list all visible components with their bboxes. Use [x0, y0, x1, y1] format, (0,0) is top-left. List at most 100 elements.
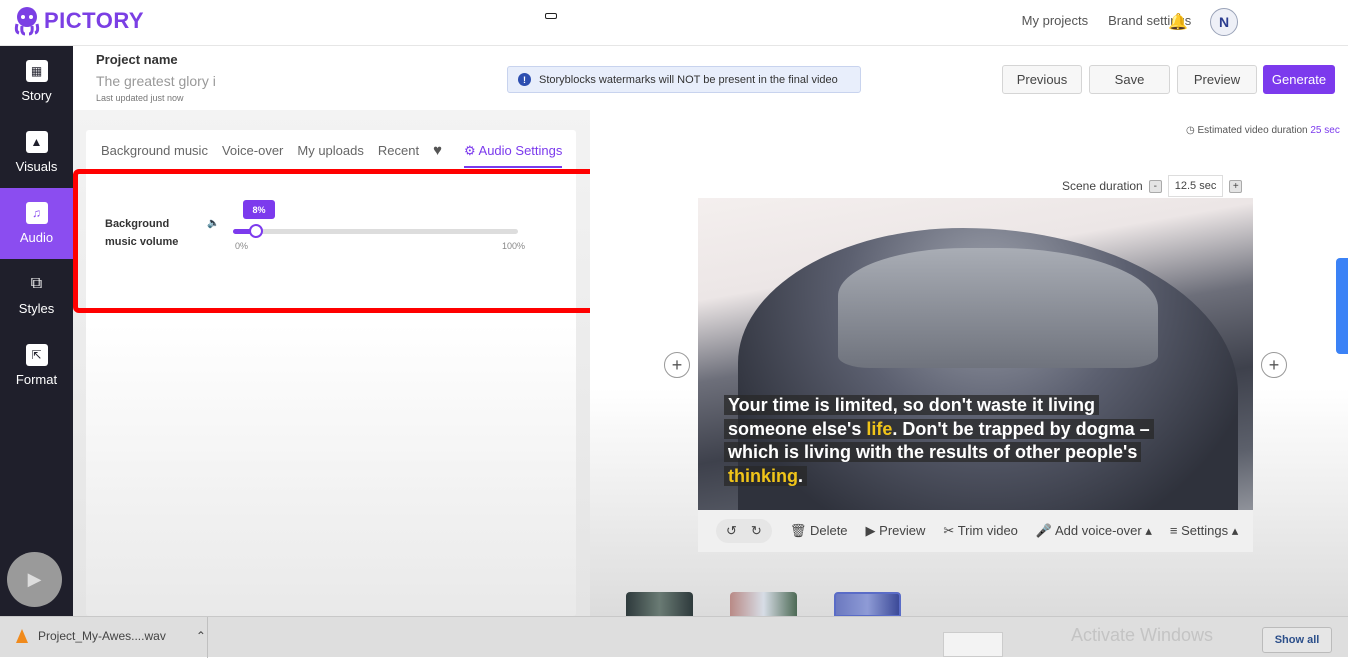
last-updated: Last updated just now: [96, 93, 184, 103]
scene-preview-button[interactable]: ▶ Preview: [866, 523, 926, 539]
voiceover-label: Add voice-over: [1055, 523, 1142, 538]
sidebar-item-label: Audio: [19, 230, 54, 245]
show-all-button[interactable]: Show all: [1262, 627, 1332, 653]
preview-button[interactable]: Preview: [1177, 65, 1257, 94]
sidebar-item-visuals[interactable]: ▲ Visuals: [0, 117, 73, 188]
tab-my-uploads[interactable]: My uploads: [297, 143, 363, 158]
divider: [207, 617, 208, 658]
tab-recent[interactable]: Recent: [378, 143, 419, 158]
image-icon: ▲: [25, 131, 48, 153]
scene-duration-input[interactable]: 12.5 sec: [1167, 175, 1224, 197]
project-name-input[interactable]: The greatest glory i: [96, 73, 216, 89]
increase-duration-button[interactable]: +: [1229, 179, 1243, 193]
gear-icon: ⚙: [463, 142, 476, 158]
caption-line: someone else's life. Don't be trapped by…: [724, 418, 1154, 439]
scene-video-preview[interactable]: Your time is limited, so don't waste it …: [698, 198, 1253, 510]
clock-icon: ◷: [1186, 125, 1195, 136]
sidebar: ▦ Story ▲ Visuals ♫ Audio ⧉ Styles ⇱ For…: [0, 46, 73, 616]
preview-label: Preview: [879, 523, 926, 538]
activate-windows-watermark: Activate Windows: [1071, 625, 1214, 645]
caption-line: Your time is limited, so don't waste it …: [724, 395, 1099, 415]
pictory-logo[interactable]: PICTORY: [14, 6, 144, 36]
scissors-icon: ✂: [943, 523, 955, 538]
notice-text: Storyblocks watermarks will NOT be prese…: [539, 73, 838, 86]
watermark-notice: ! Storyblocks watermarks will NOT be pre…: [507, 66, 861, 93]
heart-icon[interactable]: ♥: [433, 142, 442, 159]
video-chat-icon[interactable]: ▶: [7, 552, 62, 607]
story-icon: ▦: [25, 60, 48, 82]
delete-button[interactable]: 🗑 Delete: [790, 523, 848, 539]
caption-text: someone else's: [728, 418, 867, 439]
estimated-duration: ◷ Estimated video duration 25 sec: [1186, 125, 1340, 136]
scene-thumbnail-active[interactable]: [834, 592, 901, 617]
sidebar-item-story[interactable]: ▦ Story: [0, 46, 73, 117]
caption-highlight: life: [866, 418, 893, 439]
caption-highlight: thinking: [728, 465, 798, 486]
taskbar-preview-thumbnail: [943, 632, 1003, 657]
styles-icon: ⧉: [30, 275, 43, 292]
sidebar-item-label: Styles: [18, 301, 55, 316]
delete-label: Delete: [809, 523, 848, 538]
brand-name: PICTORY: [44, 8, 145, 33]
tab-audio-settings[interactable]: ⚙ Audio Settings: [463, 142, 563, 168]
avatar[interactable]: N: [1210, 8, 1238, 36]
scene-thumbnail[interactable]: [626, 592, 693, 617]
redo-icon[interactable]: ↻: [751, 523, 762, 539]
window-indicator-icon: [545, 13, 557, 19]
tab-voice-over[interactable]: Voice-over: [222, 143, 283, 158]
scene-thumbnail[interactable]: [730, 592, 797, 617]
sidebar-item-styles[interactable]: ⧉ Styles: [0, 259, 73, 330]
add-scene-after-button[interactable]: +: [1261, 352, 1287, 378]
scene-toolbar: ↺ ↻ 🗑 Delete ▶ Preview ✂ Trim video 🎤 Ad…: [698, 510, 1253, 552]
project-info: Project name The greatest glory i Last u…: [96, 52, 216, 103]
sidebar-item-label: Visuals: [15, 159, 58, 174]
top-bar: PICTORY My projects Brand settings Help …: [0, 0, 1348, 46]
need-help-tab[interactable]: [1336, 258, 1348, 354]
play-icon: ▶: [865, 523, 876, 538]
scene-duration: Scene duration - 12.5 sec +: [1062, 175, 1243, 197]
estimate-label: Estimated video duration: [1197, 125, 1308, 136]
sidebar-item-label: Format: [15, 372, 58, 387]
music-icon: ♫: [25, 202, 48, 224]
tab-background-music[interactable]: Background music: [101, 143, 208, 158]
scene-caption: Your time is limited, so don't waste it …: [724, 394, 1204, 488]
save-button[interactable]: Save: [1089, 65, 1170, 94]
decrease-duration-button[interactable]: -: [1148, 179, 1162, 193]
sliders-icon: ≡: [1169, 523, 1178, 538]
undo-icon[interactable]: ↺: [726, 523, 737, 539]
trim-video-button[interactable]: ✂ Trim video: [943, 523, 1018, 539]
caption-text: . Don't be trapped by dogma –: [892, 418, 1150, 439]
top-nav: My projects Brand settings Help: [1022, 13, 1238, 28]
estimate-value: 25 sec: [1310, 125, 1340, 136]
add-voice-over-button[interactable]: 🎤 Add voice-over ▴: [1036, 523, 1152, 539]
caret-up-icon: ▴: [1231, 523, 1239, 538]
download-bar: Project_My-Awes....wav ⌃ Activate Window…: [0, 616, 1348, 658]
generate-button[interactable]: Generate: [1263, 65, 1335, 94]
scene-duration-label: Scene duration: [1062, 179, 1143, 193]
project-label: Project name: [96, 52, 178, 67]
octopus-icon: [14, 7, 40, 36]
highlight-annotation: [73, 169, 601, 313]
info-icon: !: [518, 73, 531, 86]
caption-line: thinking.: [724, 465, 808, 486]
trim-label: Trim video: [957, 523, 1018, 538]
sidebar-item-audio[interactable]: ♫ Audio: [0, 188, 73, 259]
caption-line: which is living with the results of othe…: [724, 442, 1142, 462]
caption-text: .: [798, 465, 804, 486]
settings-label: Settings: [1181, 523, 1229, 538]
format-icon: ⇱: [25, 344, 48, 366]
trash-icon: 🗑: [789, 523, 807, 538]
sidebar-item-format[interactable]: ⇱ Format: [0, 330, 73, 401]
undo-redo-group: ↺ ↻: [716, 519, 772, 543]
download-filename: Project_My-Awes....wav: [38, 629, 166, 643]
sidebar-item-label: Story: [21, 88, 52, 103]
nav-my-projects[interactable]: My projects: [1022, 13, 1088, 28]
download-item[interactable]: Project_My-Awes....wav ⌃: [16, 629, 206, 643]
chevron-up-icon[interactable]: ⌃: [196, 629, 206, 643]
settings-button[interactable]: ≡ Settings ▴: [1170, 523, 1238, 539]
previous-button[interactable]: Previous: [1002, 65, 1082, 94]
add-scene-before-button[interactable]: +: [664, 352, 690, 378]
bell-icon[interactable]: 🔔: [1168, 12, 1188, 32]
caret-up-icon: ▴: [1145, 523, 1152, 538]
car-windshield: [838, 248, 1158, 368]
